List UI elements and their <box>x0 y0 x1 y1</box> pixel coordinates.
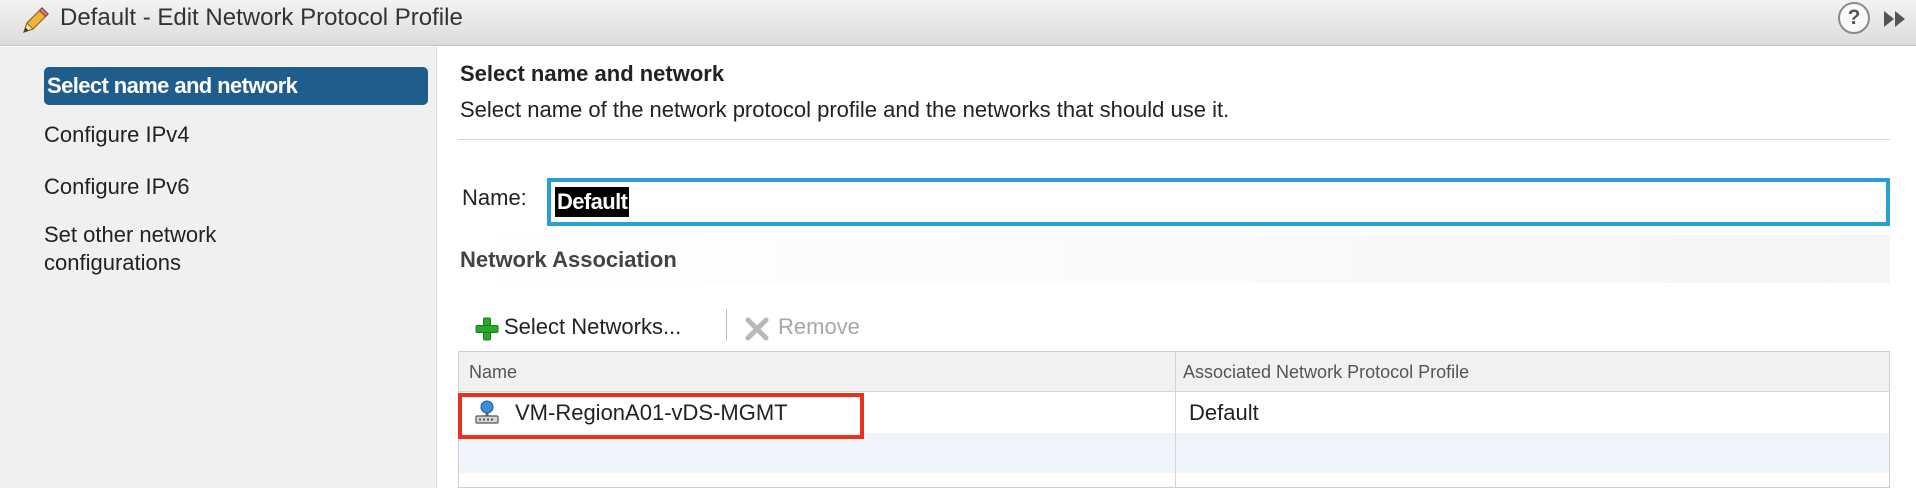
network-association-title: Network Association <box>460 247 677 272</box>
remove-label: Remove <box>778 314 860 339</box>
dialog-titlebar: Default - Edit Network Protocol Profile … <box>0 0 1916 46</box>
profile-name-input[interactable] <box>547 178 1890 226</box>
dialog-title: Default - Edit Network Protocol Profile <box>60 4 463 31</box>
select-networks-label: Select Networks... <box>504 314 682 339</box>
wizard-step-configure-ipv6[interactable]: Configure IPv6 <box>44 173 190 201</box>
remove-x-icon <box>745 317 769 341</box>
wizard-step-select-name-and-network[interactable]: Select name and network <box>44 67 428 105</box>
profile-name-selected-text: Default <box>555 187 630 217</box>
remove-button[interactable]: Remove <box>744 306 884 346</box>
wizard-step-other-network-config[interactable]: Set other network configurations <box>44 221 274 277</box>
step-description: Select name of the network protocol prof… <box>460 97 1230 122</box>
expand-forward-icon[interactable] <box>1880 7 1910 31</box>
column-divider <box>1175 352 1176 487</box>
toolbar-separator <box>726 309 727 341</box>
add-plus-icon <box>475 317 499 341</box>
step-title: Select name and network <box>460 61 725 86</box>
wizard-steps-sidebar: Select name and network Configure IPv4 C… <box>0 47 437 488</box>
select-networks-button[interactable]: Select Networks... <box>474 306 714 346</box>
name-field-label: Name: <box>462 185 527 210</box>
column-header-name[interactable]: Name <box>469 362 517 383</box>
wizard-step-configure-ipv4[interactable]: Configure IPv4 <box>44 121 190 149</box>
column-header-associated-profile[interactable]: Associated Network Protocol Profile <box>1183 362 1469 383</box>
associated-profile-cell: Default <box>1189 400 1259 425</box>
highlight-annotation-box <box>458 393 864 439</box>
pencil-icon <box>23 7 49 33</box>
header-divider <box>458 139 1890 140</box>
help-icon[interactable]: ? <box>1838 2 1870 34</box>
